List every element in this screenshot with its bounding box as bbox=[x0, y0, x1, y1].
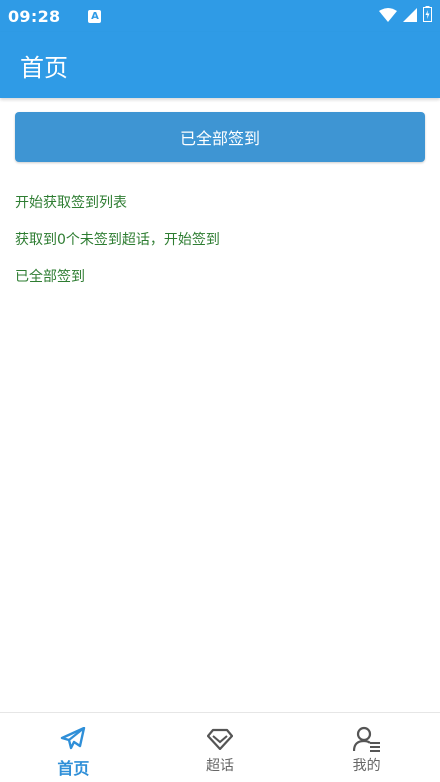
wifi-icon bbox=[379, 7, 397, 26]
bottom-nav: 首页 超话 我的 bbox=[0, 712, 440, 782]
diamond-icon bbox=[206, 725, 234, 753]
log-list: 开始获取签到列表 获取到0个未签到超话，开始签到 已全部签到 bbox=[15, 186, 425, 297]
log-line: 开始获取签到列表 bbox=[15, 195, 127, 211]
nav-item-home[interactable]: 首页 bbox=[0, 713, 147, 782]
log-line: 已全部签到 bbox=[15, 269, 85, 285]
status-time: 09:28 bbox=[8, 6, 61, 26]
app-bar: 首页 bbox=[0, 32, 440, 98]
paper-plane-icon bbox=[59, 725, 87, 753]
nav-item-supertopic[interactable]: 超话 bbox=[147, 713, 294, 782]
user-list-icon bbox=[352, 725, 381, 753]
signal-icon bbox=[403, 7, 417, 26]
battery-charging-icon bbox=[423, 6, 432, 26]
status-icons bbox=[379, 0, 432, 32]
screen: 09:28 A 首页 已全部签到 开始获取签到列表 获取到0个未签到超话，开始签… bbox=[0, 0, 440, 782]
page-title: 首页 bbox=[20, 53, 68, 82]
nav-label-home: 首页 bbox=[57, 759, 90, 778]
nav-label-supertopic: 超话 bbox=[206, 758, 234, 774]
log-line: 获取到0个未签到超话，开始签到 bbox=[15, 232, 220, 248]
nav-label-mine: 我的 bbox=[352, 758, 381, 774]
signin-all-button[interactable]: 已全部签到 bbox=[15, 112, 425, 162]
notification-a-icon: A bbox=[88, 9, 102, 23]
status-bar: 09:28 A bbox=[0, 0, 440, 32]
nav-item-mine[interactable]: 我的 bbox=[293, 713, 440, 782]
